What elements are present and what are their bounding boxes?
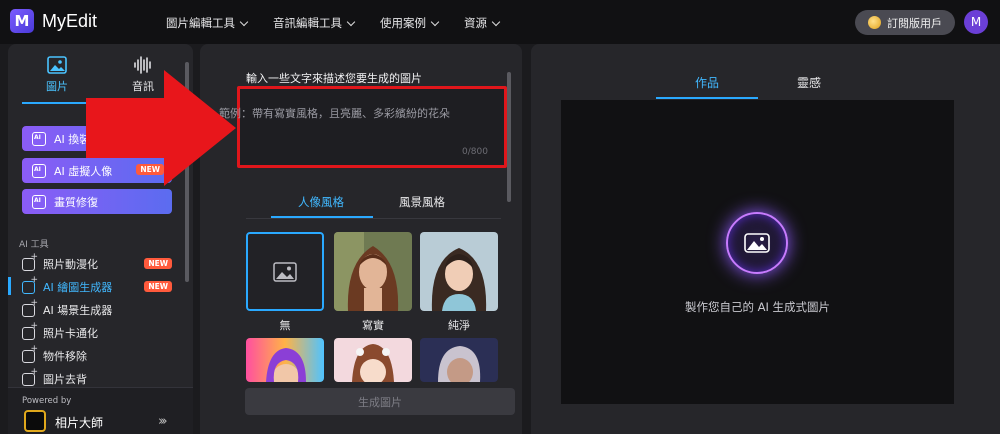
empty-state-text: 製作您自己的 AI 生成式圖片 [684,300,831,314]
new-badge: NEW [144,281,172,292]
myedit-logo[interactable]: M MyEdit [10,9,97,33]
style-tabs-divider [246,218,501,219]
powered-by-product: 相片大師 [55,416,104,430]
photodirector-logo-icon [24,410,46,432]
chevron-down-icon [346,17,356,26]
nav-image-tools[interactable]: 圖片編輯工具 [166,15,249,31]
style-anime-thumb[interactable] [334,338,412,382]
nav-use-cases[interactable]: 使用案例 [380,15,440,31]
active-tab-indicator [22,102,92,104]
ai-tool-icon [22,275,38,294]
colorful-portrait-image [246,338,324,382]
triple-chevron-right-icon: ››› [158,414,167,429]
character-counter: 0/800 [462,147,488,157]
style-none-label: 無 [279,319,291,332]
tab-inspiration[interactable]: 靈感 [797,74,821,91]
tool-ai-image-generator[interactable]: AI 繪圖生成器 NEW [22,275,172,296]
tab-landscape-style[interactable]: 風景風格 [399,194,445,210]
ai-sparkle-icon [32,163,46,178]
anime-portrait-image [334,338,412,382]
tab-portrait-style[interactable]: 人像風格 [298,194,344,210]
active-style-indicator [271,216,373,218]
chevron-down-icon [491,17,501,26]
image-icon [47,56,67,74]
coin-icon [868,16,881,29]
active-output-tab-indicator [656,97,758,99]
main-nav: 圖片編輯工具 音訊編輯工具 使用案例 資源 [166,15,501,31]
style-elder-thumb[interactable] [420,338,498,382]
pure-portrait-image [420,232,498,311]
tool-background-removal[interactable]: 圖片去背 [22,367,172,388]
style-none-thumb[interactable] [246,232,324,311]
style-colorful-thumb[interactable] [246,338,324,382]
realistic-portrait-image [334,232,412,311]
elder-portrait-image [420,338,498,382]
panel-scrollbar[interactable] [507,72,511,202]
generator-panel: 輸入一些文字來描述您要生成的圖片 範例：帶有寫實風格，且亮麗、多彩繽紛的花朵 0… [200,44,522,434]
ai-tools-heading: AI 工具 [19,240,49,250]
tab-works[interactable]: 作品 [695,74,719,91]
tab-image[interactable]: 圖片 [22,56,92,94]
ai-sparkle-icon [32,194,46,209]
style-realistic-thumb[interactable] [334,232,412,311]
mountain-image-icon [744,233,770,253]
tool-ai-scene-generator[interactable]: AI 場景生成器 [22,298,172,319]
tool-anime-photo[interactable]: 照片動漫化 NEW [22,252,172,273]
myedit-logo-icon: M [10,9,34,33]
powered-by-label: Powered by [22,396,72,406]
chevron-down-icon [430,17,440,26]
nav-audio-tools[interactable]: 音訊編輯工具 [273,15,356,31]
ai-tool-icon [22,344,38,363]
output-panel: 作品 靈感 製作您自己的 AI 生成式圖片 [531,44,1000,434]
app-name: MyEdit [42,10,98,31]
annotation-arrow [86,70,236,186]
image-placeholder-icon [273,261,297,282]
photo-enhance-button[interactable]: 畫質修復 [22,189,172,214]
nav-resources[interactable]: 資源 [464,15,501,31]
ai-tool-icon [22,252,38,271]
generate-image-button[interactable]: 生成圖片 [245,388,515,415]
ai-tool-icon [22,367,38,386]
prompt-textarea[interactable]: 範例：帶有寫實風格，且亮麗、多彩繽紛的花朵 [219,104,469,123]
ai-sparkle-icon [32,131,46,146]
style-realistic-label: 寫實 [362,319,384,332]
tool-object-removal[interactable]: 物件移除 [22,344,172,365]
tool-cartoonize[interactable]: 照片卡通化 [22,321,172,342]
style-pure-label: 純淨 [448,319,470,332]
active-tool-indicator [8,277,11,295]
chevron-down-icon [239,17,249,26]
ai-tool-icon [22,298,38,317]
powered-by-footer[interactable]: Powered by 相片大師 ››› [8,387,193,434]
subscription-button[interactable]: 訂閱版用戶 [855,10,955,35]
result-canvas: 製作您自己的 AI 生成式圖片 [561,100,954,404]
prompt-label: 輸入一些文字來描述您要生成的圖片 [246,72,422,85]
style-pure-thumb[interactable] [420,232,498,311]
new-badge: NEW [144,258,172,269]
ai-image-icon [726,212,788,274]
user-avatar[interactable]: M [964,10,988,34]
top-navigation-bar: M MyEdit 圖片編輯工具 音訊編輯工具 使用案例 資源 訂閱版用戶 M [0,0,1000,44]
ai-tool-icon [22,321,38,340]
